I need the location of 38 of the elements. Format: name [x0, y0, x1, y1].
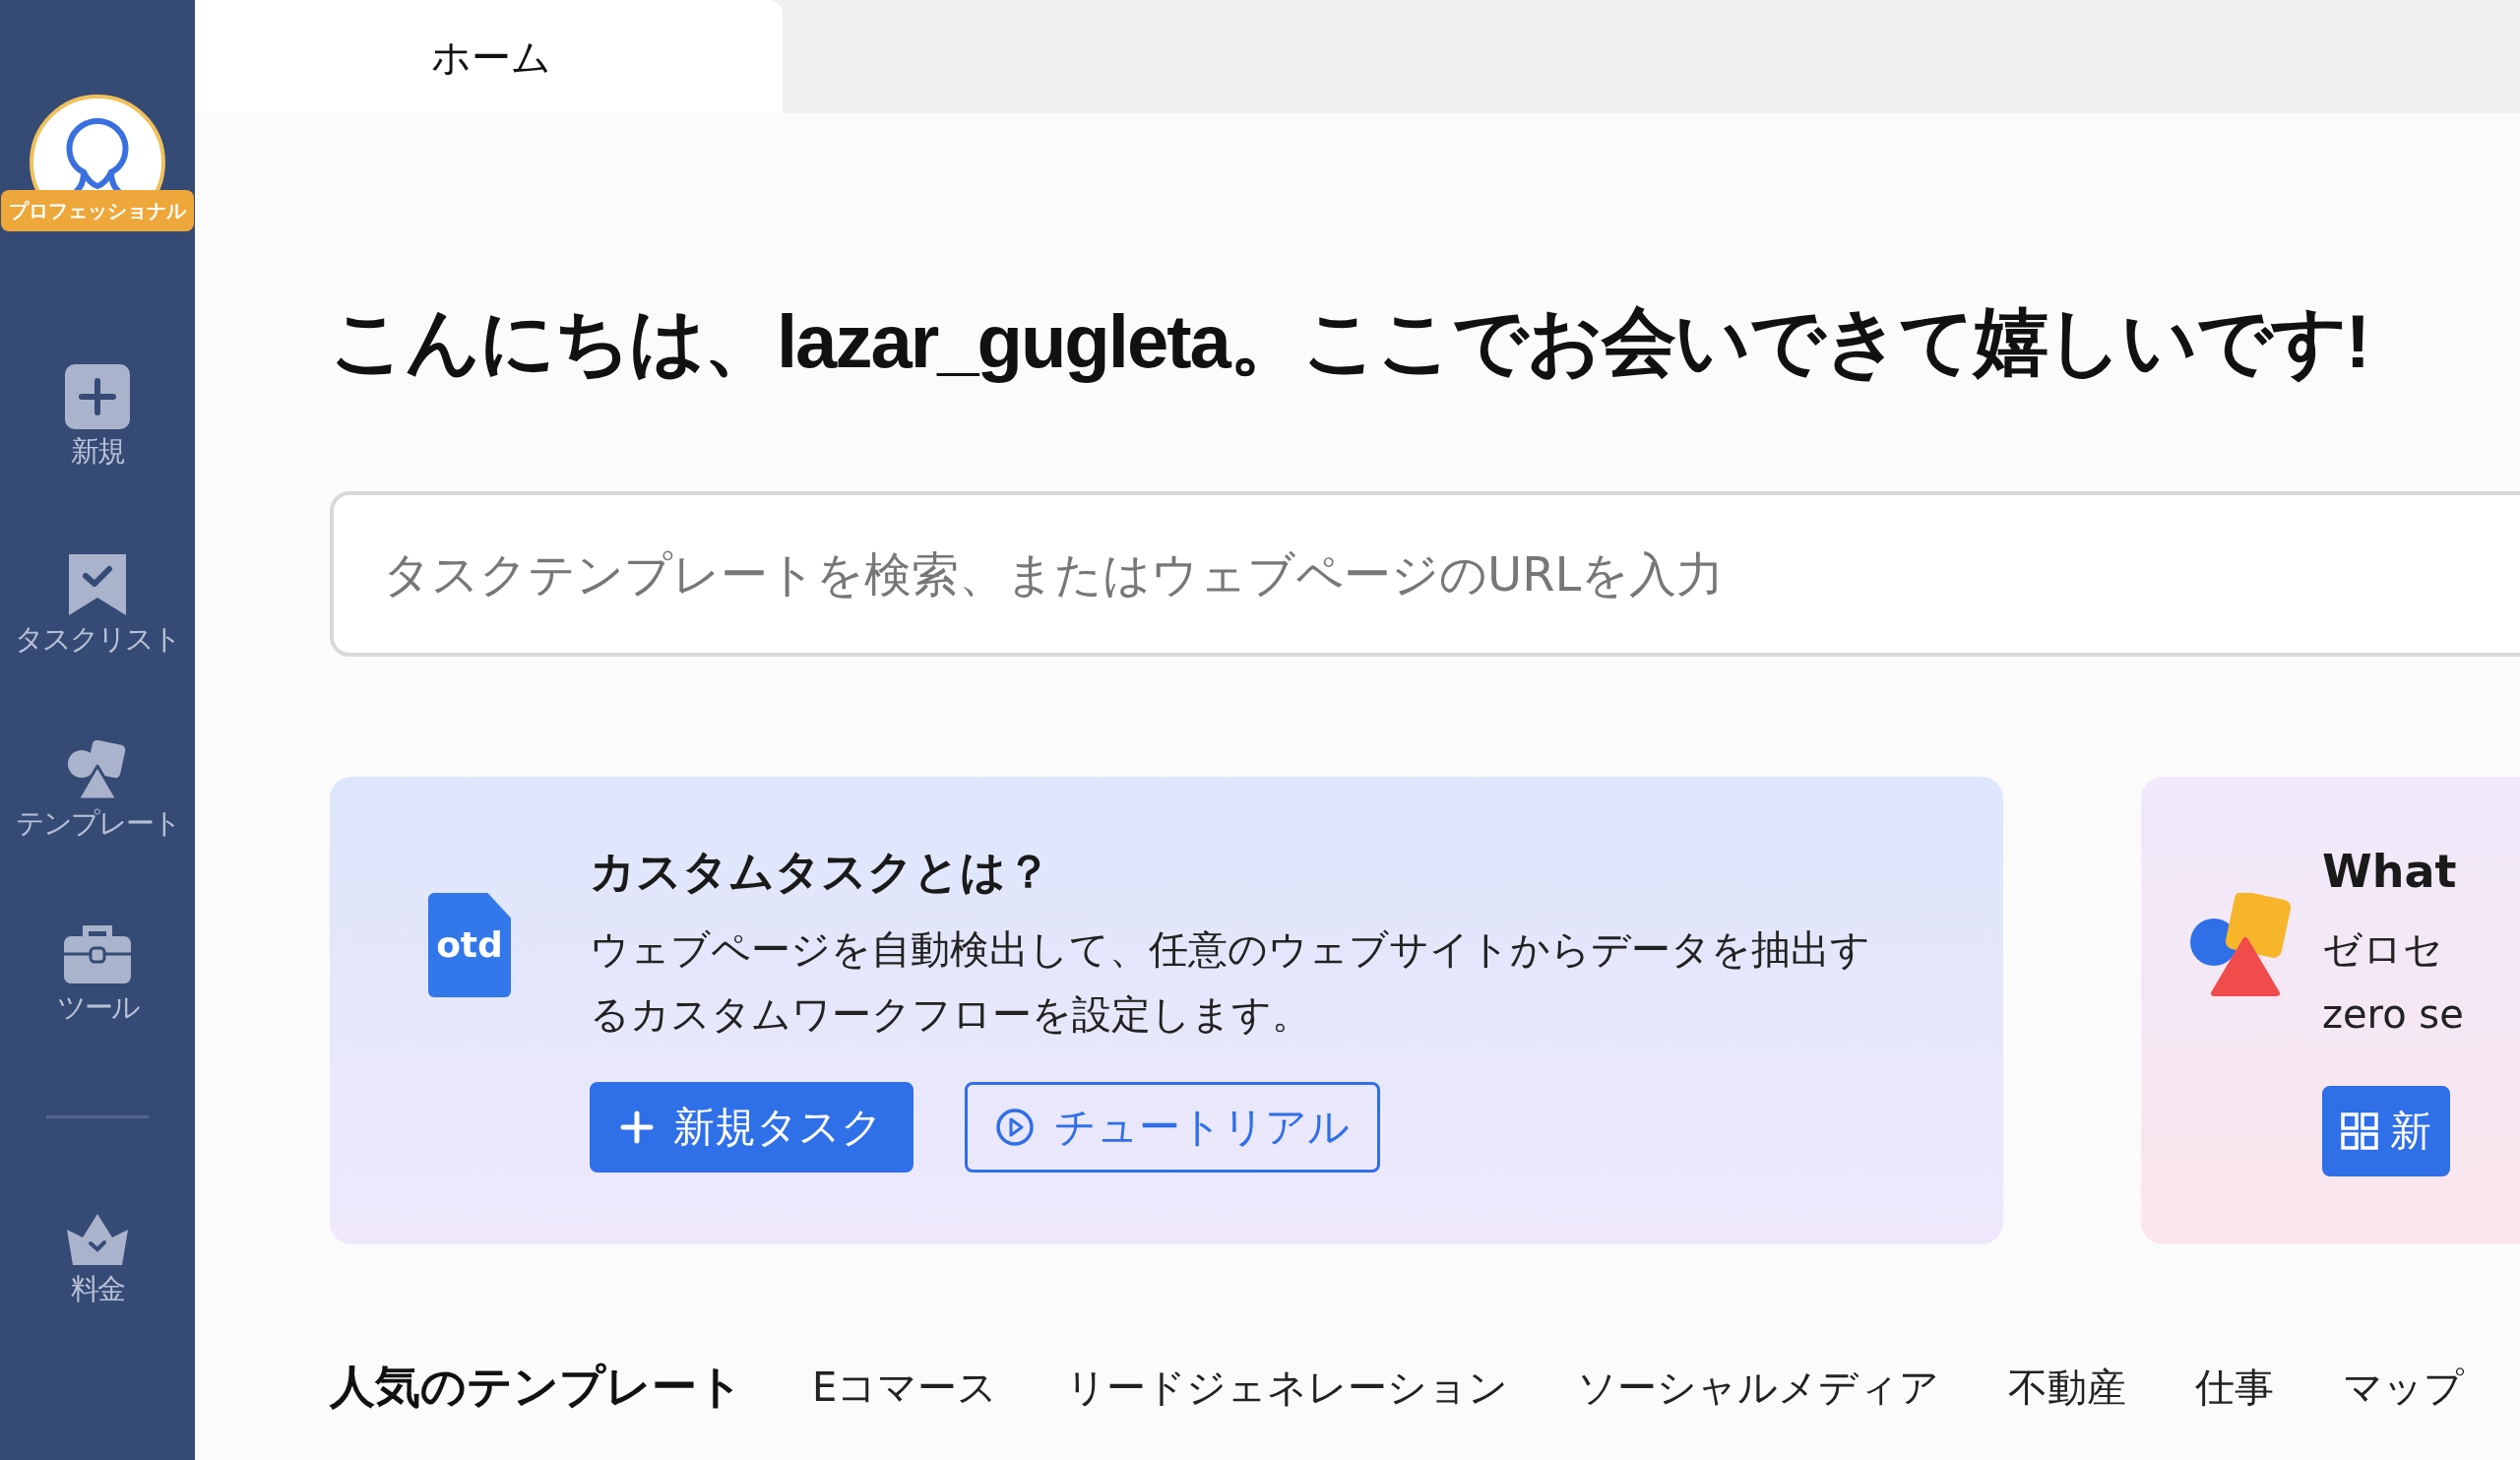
primary-button[interactable]: 新規タスク [590, 1081, 914, 1173]
sidebar-item[interactable]: テンプレート [0, 740, 195, 838]
sidebar-item[interactable]: タスクリスト [0, 552, 195, 654]
card-subtext: zero se [2322, 989, 2464, 1039]
category-tab[interactable]: Eコマース [812, 1357, 998, 1417]
category-tab[interactable]: 不動産 [2008, 1357, 2127, 1417]
category-tab[interactable]: 仕事 [2195, 1357, 2275, 1417]
plus-icon [65, 364, 130, 429]
play-icon [995, 1107, 1035, 1147]
plus-icon [620, 1110, 654, 1144]
bookmark-check-icon [67, 552, 128, 617]
card-description: ウェブページを自動検出して、任意のウェブサイトからデータを抽出するカスタムワークフローを設定します。 [590, 924, 1871, 1039]
sidebar-item[interactable]: ツール [0, 924, 195, 1022]
outline-button[interactable]: チュートリアル [965, 1081, 1380, 1173]
sidebar-label: タスクリスト [15, 625, 180, 654]
sidebar-item[interactable]: 料金 [0, 1212, 195, 1303]
card-description: ゼロセ [2322, 924, 2444, 974]
grid-icon [2341, 1111, 2378, 1150]
tab[interactable]: ホーム [195, 0, 783, 113]
sidebar-item[interactable]: 新規 [0, 364, 195, 466]
card-title: What [2322, 844, 2458, 900]
crown-icon [65, 1212, 130, 1267]
file-icon: otd [428, 893, 511, 997]
greeting-heading: こんにちは、lazar_gugleta。ここでお会いできて嬉しいです! [330, 298, 2370, 385]
search-field[interactable]: タスクテンプレートを検索、またはウェブページのURLを入力 [330, 491, 2520, 657]
category-tab[interactable]: マップ [2343, 1357, 2465, 1417]
sidebar-label: テンプレート [15, 809, 180, 838]
section-title: 人気のテンプレート [330, 1359, 743, 1415]
category-tab[interactable]: リードジェネレーション [1066, 1357, 1509, 1417]
sidebar-label: 新規 [71, 437, 124, 466]
sidebar-label: ツール [56, 993, 139, 1022]
sidebar-label: 料金 [71, 1275, 124, 1303]
primary-button[interactable]: 新 [2322, 1085, 2450, 1176]
shapes-icon [2190, 893, 2293, 997]
briefcase-icon [62, 924, 133, 985]
card-title: カスタムタスクとは？ [590, 844, 1052, 900]
category-tab[interactable]: ソーシャルメディア [1577, 1357, 1940, 1417]
plan-badge: プロフェッショナル [1, 190, 194, 231]
